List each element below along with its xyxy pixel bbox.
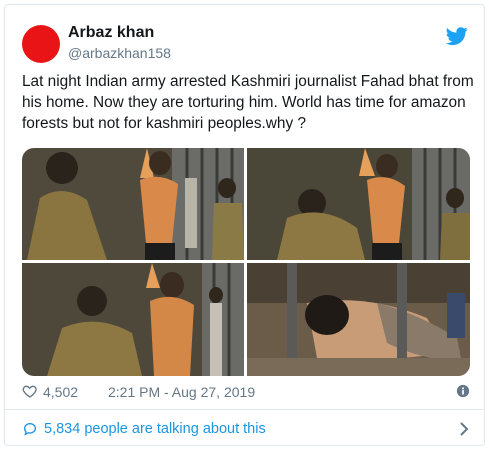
photo-1[interactable] bbox=[22, 148, 244, 260]
heart-icon[interactable] bbox=[22, 383, 38, 399]
author-display-name[interactable]: Arbaz khan bbox=[68, 24, 154, 42]
photo-2[interactable] bbox=[247, 148, 470, 260]
photo-4[interactable] bbox=[247, 263, 470, 376]
info-icon[interactable] bbox=[456, 384, 470, 398]
divider bbox=[5, 409, 484, 410]
tweet-timestamp[interactable]: 2:21 PM - Aug 27, 2019 bbox=[108, 384, 255, 400]
tweet-meta: 4,502 2:21 PM - Aug 27, 2019 bbox=[22, 382, 474, 402]
media-grid bbox=[22, 148, 470, 376]
like-count[interactable]: 4,502 bbox=[43, 384, 78, 400]
conversation-link[interactable]: 5,834 people are talking about this bbox=[22, 419, 474, 441]
talking-about-label[interactable]: 5,834 people are talking about this bbox=[44, 421, 266, 437]
avatar[interactable] bbox=[22, 25, 60, 63]
photo-3[interactable] bbox=[22, 263, 244, 376]
speech-bubble-icon bbox=[23, 422, 37, 436]
tweet-text: Lat night Indian army arrested Kashmiri … bbox=[22, 73, 474, 132]
chevron-right-icon[interactable] bbox=[458, 421, 470, 437]
twitter-bird-icon[interactable] bbox=[446, 25, 468, 47]
author-handle[interactable]: @arbazkhan158 bbox=[68, 45, 171, 61]
tweet-card: Arbaz khan @arbazkhan158 Lat night India… bbox=[4, 4, 485, 446]
